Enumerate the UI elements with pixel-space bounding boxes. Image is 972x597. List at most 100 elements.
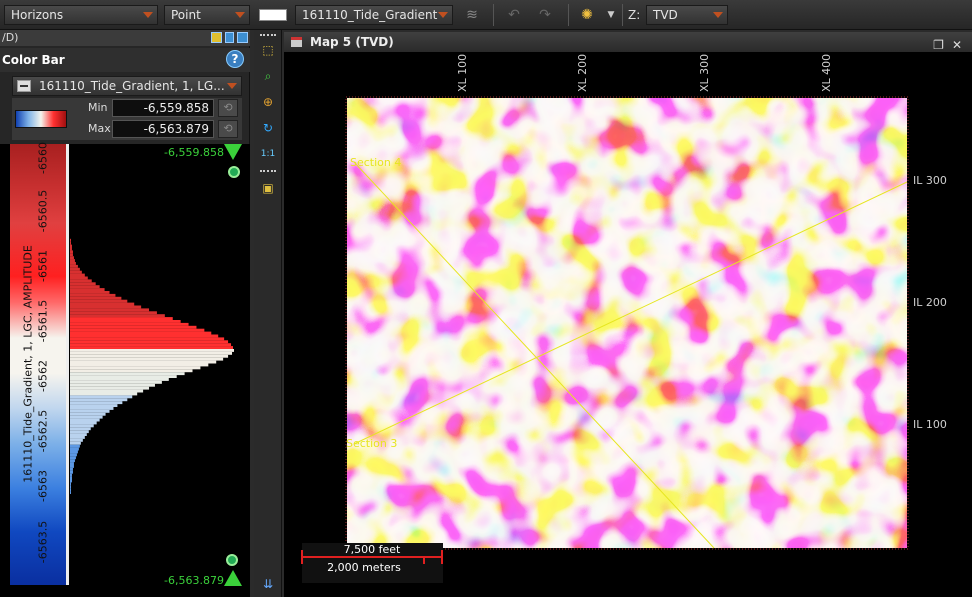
- reset-max-button[interactable]: ⟲: [218, 120, 238, 138]
- max-value-field[interactable]: -6,563.879: [112, 120, 214, 138]
- histogram-bar: [70, 247, 72, 251]
- panel-titlebar: /D): [0, 30, 250, 46]
- histogram-bar: [70, 476, 72, 480]
- redo-icon[interactable]: ↷: [536, 6, 554, 24]
- histogram-bar: [70, 273, 85, 277]
- toolbar-divider: [493, 4, 494, 26]
- histogram-bar: [70, 438, 83, 442]
- histogram-bar: [70, 450, 78, 454]
- color-bar-tick: -6563.5: [36, 520, 50, 564]
- histogram-bar: [70, 404, 118, 407]
- histogram-bar: [70, 424, 94, 428]
- undo-icon[interactable]: ↶: [505, 6, 523, 24]
- color-bar-title: Color Bar: [2, 53, 65, 67]
- scale-meters-label: 2,000 meters: [327, 561, 401, 574]
- toolbar-divider: [622, 4, 623, 26]
- colorbar-layer-value: 161110_Tide_Gradient, 1, LG...: [39, 79, 225, 93]
- panel-pin-icon[interactable]: [225, 32, 234, 43]
- histogram-bar: [70, 398, 128, 402]
- min-value-field[interactable]: -6,559.858: [112, 99, 214, 117]
- histogram-bar: [70, 250, 73, 254]
- refresh-icon[interactable]: ↻: [260, 120, 276, 136]
- reset-min-button[interactable]: ⟲: [218, 99, 238, 117]
- horizon-select-value: 161110_Tide_Gradient: [302, 8, 438, 22]
- histogram-bar: [70, 328, 205, 332]
- histogram-bar: [70, 305, 142, 309]
- sun-menu-chevron-icon[interactable]: ▼: [602, 6, 620, 24]
- chevron-down-icon: [143, 12, 153, 18]
- color-ramp-swatch[interactable]: [15, 110, 67, 128]
- histogram-area: 161110_Tide_Gradient, 1, LGC, AMPLITUDE …: [0, 142, 250, 597]
- export-icon[interactable]: ▣: [260, 180, 276, 196]
- amplitude-histogram: [70, 238, 234, 494]
- map-icon: [291, 37, 302, 47]
- min-max-controls: Min Max -6,559.858 -6,563.879 ⟲ ⟲: [12, 98, 242, 140]
- layer-select[interactable]: Horizons: [4, 5, 158, 25]
- histogram-bar: [70, 378, 169, 381]
- z-domain-select[interactable]: TVD: [646, 5, 728, 25]
- sun-icon[interactable]: ✺: [578, 6, 596, 24]
- histogram-bar: [70, 418, 100, 422]
- aspect-ratio-icon[interactable]: 1:1: [260, 146, 276, 162]
- il-axis-label: IL 300: [913, 174, 947, 187]
- histogram-bar: [70, 291, 110, 294]
- histogram-bar: [70, 334, 219, 338]
- collapse-icon[interactable]: [17, 80, 31, 92]
- collapse-strip-icon[interactable]: ⇊: [260, 576, 276, 592]
- histogram-bar: [70, 288, 105, 291]
- top-limit-handle[interactable]: [224, 144, 242, 160]
- xl-axis-label: XL 400: [820, 54, 833, 92]
- histogram-bar: [70, 465, 74, 468]
- horizon-style-icon[interactable]: ≋: [463, 6, 481, 24]
- select-tool-icon[interactable]: ⬚: [260, 42, 276, 58]
- tool-grip: [260, 170, 276, 173]
- horizon-select[interactable]: 161110_Tide_Gradient: [295, 5, 453, 25]
- zoom-in-icon[interactable]: [226, 554, 238, 566]
- histogram-bar: [70, 401, 123, 405]
- color-bar-axis-label: 161110_Tide_Gradient, 1, LGC, AMPLITUDE: [21, 245, 35, 483]
- histogram-bar: [70, 241, 71, 245]
- histogram-bar: [70, 308, 150, 312]
- histogram-bar: [70, 256, 74, 260]
- histogram-bar: [70, 314, 165, 318]
- min-label: Min: [88, 101, 108, 114]
- zoom-fit-icon[interactable]: ⌕: [260, 68, 276, 84]
- color-swatch[interactable]: [259, 9, 287, 21]
- color-bar-tick: -6560.5: [36, 189, 50, 233]
- zoom-in-icon[interactable]: [228, 166, 240, 178]
- histogram-bar: [70, 415, 103, 419]
- histogram-bar: [70, 262, 76, 265]
- histogram-bar: [70, 325, 197, 329]
- histogram-bar: [70, 491, 71, 494]
- section-3-label[interactable]: Section 3: [346, 437, 397, 450]
- histogram-bar: [70, 375, 177, 378]
- histogram-bar: [70, 279, 92, 283]
- histogram-bar: [70, 244, 72, 248]
- histogram-bar: [70, 459, 75, 463]
- histogram-bar: [70, 473, 72, 477]
- histogram-bar: [70, 259, 75, 262]
- color-bar-tick: -6562: [36, 360, 50, 392]
- mode-select[interactable]: Point: [164, 5, 250, 25]
- panel-edit-icon[interactable]: [211, 32, 222, 43]
- xl-axis-label: XL 200: [576, 54, 589, 92]
- bottom-limit-handle[interactable]: [224, 570, 242, 586]
- color-bar-panel: /D) Color Bar ? 161110_Tide_Gradient, 1,…: [0, 30, 250, 597]
- colorbar-layer-select[interactable]: 161110_Tide_Gradient, 1, LG...: [12, 76, 242, 96]
- zoom-tool-icon[interactable]: ⊕: [260, 94, 276, 110]
- panel-maximize-icon[interactable]: [237, 32, 248, 43]
- chevron-down-icon: [227, 83, 237, 89]
- color-bar-gradient[interactable]: 161110_Tide_Gradient, 1, LGC, AMPLITUDE …: [10, 142, 66, 585]
- histogram-bar: [70, 488, 71, 492]
- color-bar-tick: -6561: [36, 250, 50, 282]
- il-axis-label: IL 100: [913, 418, 947, 431]
- histogram-bar: [70, 482, 71, 486]
- section-4-label[interactable]: Section 4: [350, 156, 401, 169]
- help-icon[interactable]: ?: [226, 50, 244, 68]
- color-bar-header: Color Bar ?: [0, 48, 250, 72]
- histogram-bar: [70, 369, 193, 373]
- horizon-amplitude-map[interactable]: [347, 98, 907, 548]
- color-bar-tick: -6562.5: [36, 409, 50, 453]
- histogram-bar: [70, 372, 185, 376]
- map-canvas[interactable]: XL 100 XL 200 XL 300 XL 400 IL 300 IL 200 IL …: [284, 52, 972, 597]
